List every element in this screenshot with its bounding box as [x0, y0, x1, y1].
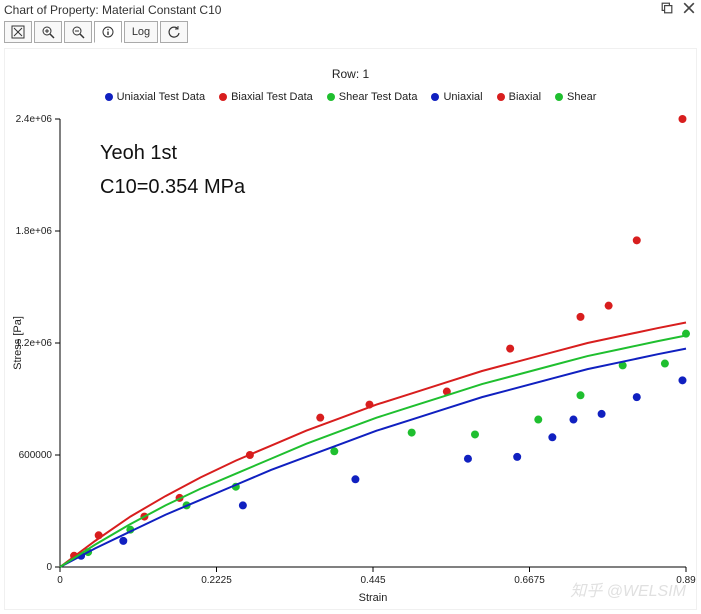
svg-text:0.445: 0.445 [360, 575, 385, 586]
window-title: Chart of Property: Material Constant C10 [4, 3, 221, 17]
info-button[interactable] [94, 21, 122, 43]
svg-text:0.89: 0.89 [676, 575, 696, 586]
undock-icon[interactable] [661, 2, 673, 17]
svg-text:Strain: Strain [359, 592, 388, 604]
svg-text:1.8e+06: 1.8e+06 [16, 226, 53, 237]
log-label: Log [132, 26, 150, 38]
log-button[interactable]: Log [124, 21, 158, 43]
svg-text:2.4e+06: 2.4e+06 [16, 114, 53, 125]
chart-area[interactable]: Row: 1 Uniaxial Test DataBiaxial Test Da… [4, 48, 697, 610]
refresh-button[interactable] [160, 21, 188, 43]
svg-text:Stress [Pa]: Stress [Pa] [12, 316, 24, 370]
fit-button[interactable] [4, 21, 32, 43]
toolbar: Log [0, 21, 701, 43]
svg-text:C10=0.354 MPa: C10=0.354 MPa [100, 176, 246, 198]
svg-text:0.2225: 0.2225 [201, 575, 232, 586]
plot-svg: 00.22250.4450.66750.8906000001.2e+061.8e… [5, 49, 696, 609]
close-icon[interactable] [683, 2, 695, 17]
svg-text:0: 0 [57, 575, 63, 586]
zoom-in-button[interactable] [34, 21, 62, 43]
svg-text:600000: 600000 [19, 450, 53, 461]
svg-text:Yeoh 1st: Yeoh 1st [100, 142, 178, 164]
zoom-out-button[interactable] [64, 21, 92, 43]
svg-text:0.6675: 0.6675 [514, 575, 545, 586]
title-bar: Chart of Property: Material Constant C10 [0, 0, 701, 19]
svg-text:0: 0 [46, 562, 52, 573]
